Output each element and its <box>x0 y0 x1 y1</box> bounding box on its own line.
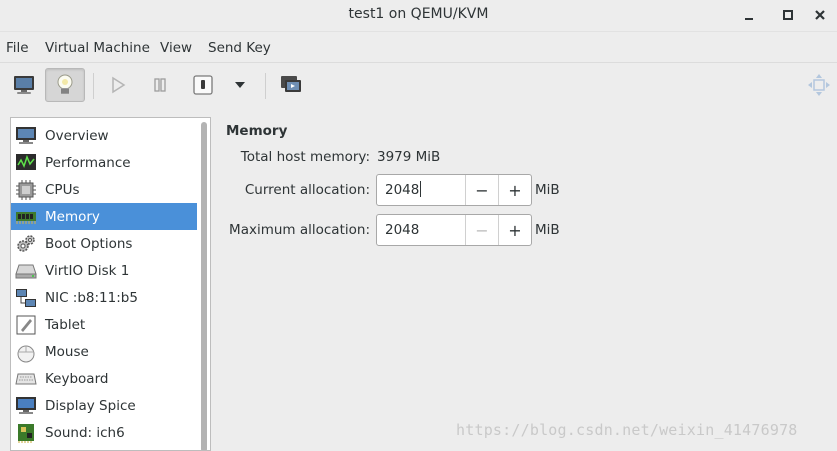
sidebar-item-label: Tablet <box>45 316 86 333</box>
cpu-chip-icon <box>15 179 37 201</box>
current-allocation-increment-button[interactable]: + <box>498 175 531 205</box>
maximum-allocation-label: Maximum allocation: <box>229 222 370 238</box>
pause-icon <box>154 78 166 92</box>
network-icon <box>15 287 37 309</box>
sidebar-item-cpus[interactable]: CPUs <box>11 176 197 203</box>
maximum-allocation-spinner[interactable]: 2048 − + <box>376 214 532 246</box>
sidebar-item-display-spice[interactable]: Display Spice <box>11 392 197 419</box>
sidebar-item-mouse[interactable]: Mouse <box>11 338 197 365</box>
current-allocation-label: Current allocation: <box>244 182 370 198</box>
maximize-icon <box>783 10 793 20</box>
pause-button[interactable] <box>140 68 180 102</box>
sidebar-item-label: Memory <box>45 208 100 225</box>
shutdown-menu-button[interactable] <box>220 68 260 102</box>
chevron-down-icon <box>235 82 245 88</box>
fullscreen-button[interactable] <box>799 68 837 102</box>
sidebar-item-sound-ich6[interactable]: Sound: ich6 <box>11 419 197 446</box>
maximum-allocation-unit: MiB <box>535 222 560 238</box>
toolbar-separator <box>265 73 266 99</box>
close-button[interactable] <box>809 4 831 26</box>
menu-send-key[interactable]: Send Key <box>208 40 271 56</box>
maximum-allocation-input[interactable]: 2048 <box>377 215 465 245</box>
maximum-allocation-increment-button[interactable]: + <box>498 215 531 245</box>
menu-file[interactable]: File <box>6 40 29 56</box>
monitor-icon <box>14 76 34 94</box>
power-icon <box>193 75 213 95</box>
watermark: https://blog.csdn.net/weixin_41476978 <box>456 421 798 439</box>
current-allocation-unit: MiB <box>535 182 560 198</box>
minimize-button[interactable] <box>738 4 760 26</box>
sidebar-item-label: Sound: ich6 <box>45 424 125 441</box>
memory-details-panel: Memory Total host memory: 3979 MiB Curre… <box>212 109 837 451</box>
run-button[interactable] <box>98 68 138 102</box>
sidebar-item-overview[interactable]: Overview <box>11 122 197 149</box>
sidebar-item-label: Overview <box>45 127 109 144</box>
sidebar-item-label: Keyboard <box>45 370 109 387</box>
console-view-button[interactable] <box>4 68 44 102</box>
total-host-memory-value: 3979 MiB <box>377 149 441 165</box>
display-icon <box>15 395 37 417</box>
sidebar-item-tablet[interactable]: Tablet <box>11 311 197 338</box>
lightbulb-icon <box>57 74 73 94</box>
sidebar-item-label: NIC :b8:11:b5 <box>45 289 138 306</box>
maximize-button[interactable] <box>777 4 799 26</box>
sidebar-item-memory[interactable]: Memory <box>11 203 197 230</box>
play-icon <box>112 76 126 94</box>
close-icon <box>815 10 825 20</box>
sidebar-item-label: Mouse <box>45 343 89 360</box>
sidebar-item-label: Performance <box>45 154 131 171</box>
memory-module-icon <box>15 206 37 228</box>
toolbar <box>0 62 837 108</box>
sidebar-item-label: VirtIO Disk 1 <box>45 262 130 279</box>
shutdown-button[interactable] <box>183 68 223 102</box>
tablet-icon <box>15 314 37 336</box>
toolbar-separator <box>93 73 94 99</box>
mouse-icon <box>15 341 37 363</box>
keyboard-icon <box>15 368 37 390</box>
sidebar-item-nic-b8-11-b5[interactable]: NIC :b8:11:b5 <box>11 284 197 311</box>
performance-graph-icon <box>15 152 37 174</box>
maximum-allocation-decrement-button[interactable]: − <box>465 215 498 245</box>
snapshots-icon <box>281 76 301 92</box>
sidebar-scrollbar[interactable] <box>201 122 207 450</box>
total-host-memory-label: Total host memory: <box>240 149 370 165</box>
fullscreen-move-icon <box>808 74 830 96</box>
current-allocation-input[interactable]: 2048 <box>377 175 465 205</box>
sidebar-item-label: Boot Options <box>45 235 133 252</box>
title-bar: test1 on QEMU/KVM <box>0 0 837 32</box>
current-allocation-spinner[interactable]: 2048 − + <box>376 174 532 206</box>
text-caret <box>420 181 422 197</box>
sound-card-icon <box>15 422 37 444</box>
monitor-icon <box>15 125 37 147</box>
menu-virtual-machine[interactable]: Virtual Machine <box>45 40 150 56</box>
disk-drive-icon <box>15 260 37 282</box>
current-allocation-decrement-button[interactable]: − <box>465 175 498 205</box>
hardware-list[interactable]: Overview Performance CPUs Memory Boot Option… <box>10 117 211 451</box>
section-title: Memory <box>226 123 288 139</box>
minimize-icon <box>745 18 753 20</box>
sidebar-item-boot-options[interactable]: Boot Options <box>11 230 197 257</box>
details-view-button[interactable] <box>45 68 85 102</box>
sidebar-item-keyboard[interactable]: Keyboard <box>11 365 197 392</box>
sidebar-item-virtio-disk-1[interactable]: VirtIO Disk 1 <box>11 257 197 284</box>
menu-view[interactable]: View <box>160 40 192 56</box>
window-title: test1 on QEMU/KVM <box>348 6 489 22</box>
gears-icon <box>15 233 37 255</box>
sidebar-item-label: Display Spice <box>45 397 136 414</box>
sidebar-item-performance[interactable]: Performance <box>11 149 197 176</box>
menu-bar: File Virtual Machine View Send Key <box>0 33 837 61</box>
hardware-list-items: Overview Performance CPUs Memory Boot Option… <box>11 122 197 446</box>
sidebar-item-label: CPUs <box>45 181 80 198</box>
snapshots-button[interactable] <box>271 68 311 102</box>
